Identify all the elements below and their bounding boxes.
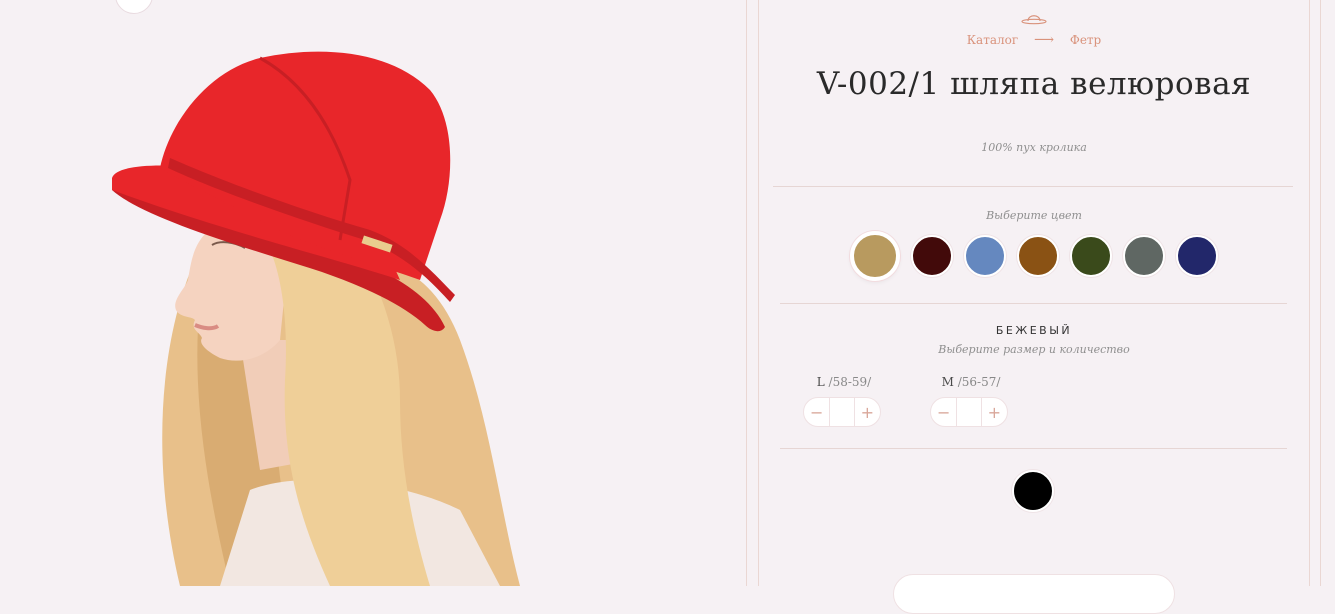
product-image-area — [0, 0, 745, 586]
hat-logo-icon — [1021, 15, 1047, 25]
divider — [780, 448, 1287, 449]
panel-border — [1309, 0, 1310, 586]
decrease-button[interactable]: − — [931, 403, 956, 422]
quantity-stepper: − + — [930, 397, 1008, 427]
color-swatch[interactable] — [850, 231, 900, 281]
color-swatch[interactable] — [1070, 235, 1112, 277]
product-material: 100% пух кролика — [981, 141, 1087, 154]
size-title: L /58-59/ — [803, 375, 885, 389]
decrease-button[interactable]: − — [804, 403, 829, 422]
breadcrumb-catalog-link[interactable]: Каталог — [967, 33, 1018, 47]
increase-button[interactable]: + — [982, 403, 1007, 422]
panel-border — [746, 0, 747, 586]
color-swatch[interactable] — [1017, 235, 1059, 277]
breadcrumb-category-link[interactable]: Фетр — [1070, 33, 1101, 47]
size-range: /56-57/ — [957, 375, 1001, 389]
color-swatches — [759, 231, 1309, 281]
increase-button[interactable]: + — [855, 403, 880, 422]
size-option-l: L /58-59/ − + — [803, 375, 885, 427]
size-title: M /56-57/ — [930, 375, 1012, 389]
color-swatch[interactable] — [911, 235, 953, 277]
breadcrumb: Каталог ⟶ Фетр — [759, 32, 1309, 48]
color-swatch[interactable] — [1123, 235, 1165, 277]
add-to-cart-button[interactable] — [893, 574, 1175, 614]
color-swatch[interactable] — [964, 235, 1006, 277]
size-option-m: M /56-57/ − + — [930, 375, 1012, 427]
quantity-input[interactable] — [956, 398, 982, 426]
selected-color-name: БЕЖЕВЫЙ — [995, 324, 1073, 337]
quantity-stepper: − + — [803, 397, 881, 427]
color-select-label: Выберите цвет — [986, 209, 1082, 222]
size-range: /58-59/ — [828, 375, 872, 389]
color-swatch[interactable] — [1176, 235, 1218, 277]
gallery-nav-button[interactable] — [115, 0, 153, 14]
product-photo — [112, 51, 520, 586]
size-code: L — [816, 375, 825, 389]
divider — [773, 186, 1293, 187]
quantity-input[interactable] — [829, 398, 855, 426]
divider — [780, 303, 1287, 304]
product-title: V-002/1 шляпа велюровая — [816, 66, 1252, 102]
panel-border — [1320, 0, 1321, 586]
color-swatch-black[interactable] — [1012, 470, 1054, 512]
size-select-label: Выберите размер и количество — [938, 343, 1130, 356]
breadcrumb-arrow-icon: ⟶ — [1033, 32, 1055, 48]
size-code: M — [941, 375, 954, 389]
